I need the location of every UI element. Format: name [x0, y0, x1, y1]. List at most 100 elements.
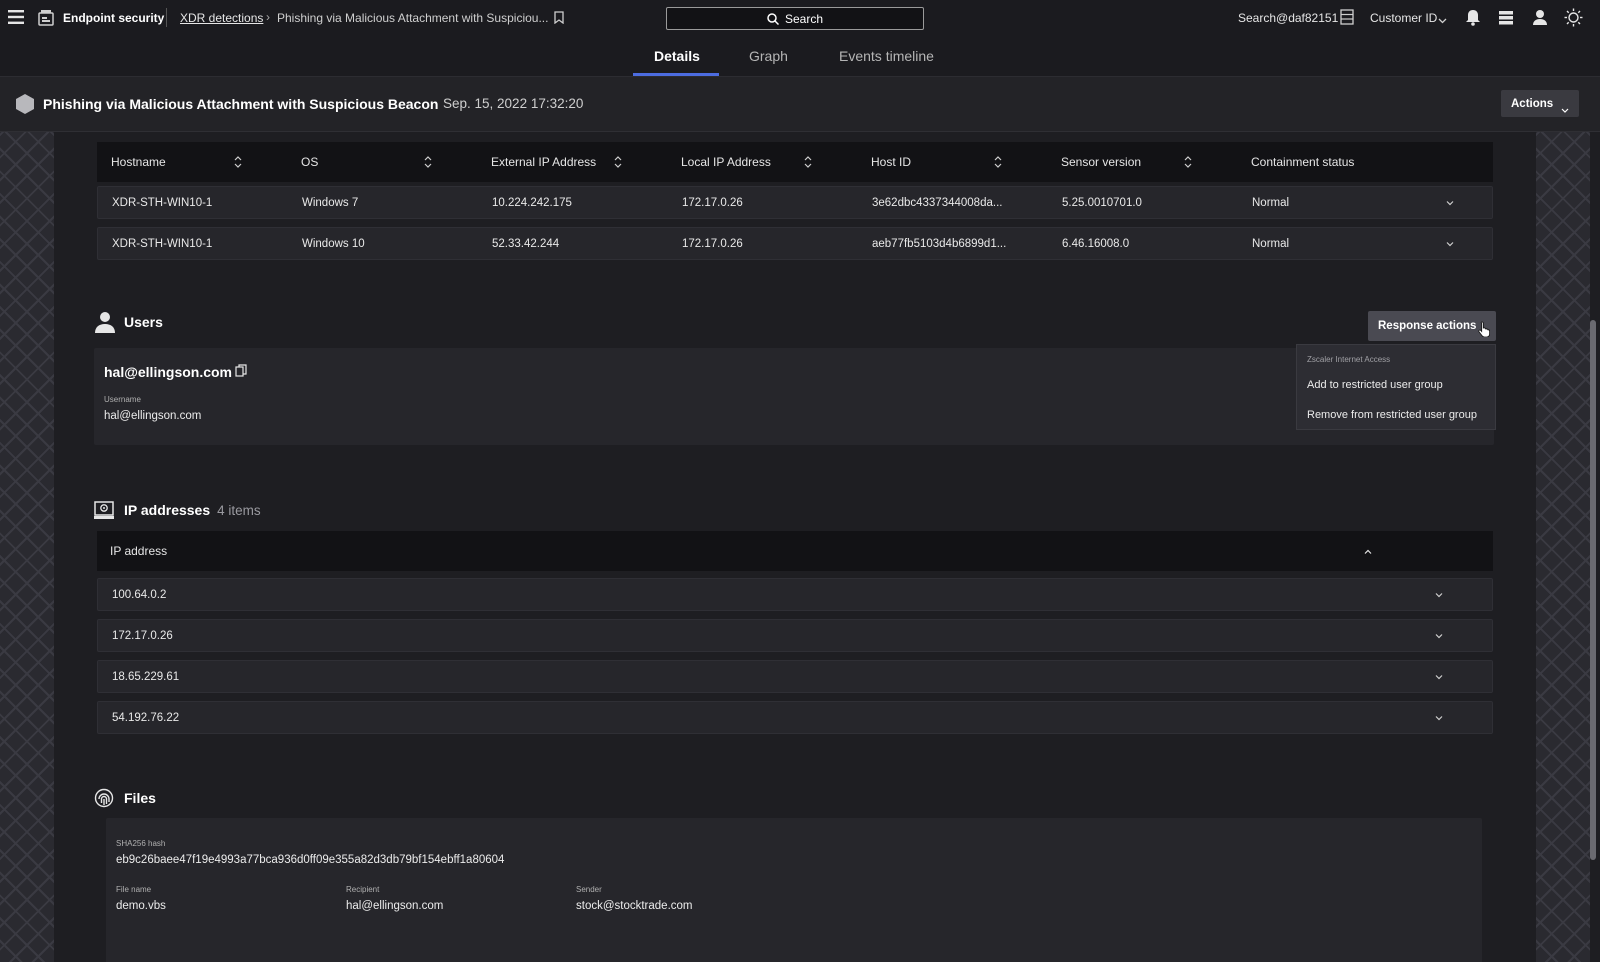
column-header-local-ip[interactable]: Local IP Address [681, 155, 771, 169]
column-header-hostname[interactable]: Hostname [111, 155, 166, 169]
actions-button[interactable]: Actions [1501, 90, 1579, 117]
server-icon[interactable] [1340, 9, 1354, 25]
os-cell: Windows 7 [302, 196, 359, 209]
file-card: SHA256 hash eb9c26baee47f19e4993a77bca93… [106, 818, 1482, 962]
containment-status-cell: Normal [1252, 196, 1290, 209]
chevron-down-icon[interactable] [1438, 13, 1447, 24]
host-table-row[interactable]: XDR-STH-WIN10-1 Windows 7 10.224.242.175… [97, 186, 1493, 219]
hostname-cell: XDR-STH-WIN10-1 [112, 196, 213, 209]
active-tab-indicator [633, 73, 719, 76]
breadcrumb-separator-icon: › [266, 10, 270, 24]
sort-icon[interactable] [1184, 155, 1192, 169]
sensor-version-cell: 5.25.0010701.0 [1062, 196, 1142, 209]
left-background-pattern [0, 132, 54, 962]
host-id-cell: 3e62dbc4337344008da... [872, 196, 1003, 209]
network-device-icon [94, 500, 114, 520]
expand-row-chevron-icon[interactable] [1445, 198, 1455, 208]
user-card: hal@ellingson.com Username hal@ellingson… [94, 348, 1494, 445]
hostname-cell: XDR-STH-WIN10-1 [112, 237, 213, 250]
column-header-external-ip[interactable]: External IP Address [491, 155, 596, 169]
detail-tabs: Details Graph Events timeline [0, 36, 1600, 77]
ip-address-value: 100.64.0.2 [112, 588, 167, 601]
details-content: Hostname OS External IP Address Local IP… [54, 132, 1536, 962]
mouse-pointer-hand-icon [1478, 321, 1490, 338]
users-section-heading: Users [95, 311, 163, 333]
host-id-cell: aeb77fb5103d4b6899d1... [872, 237, 1007, 250]
expand-row-chevron-icon[interactable] [1434, 590, 1444, 600]
external-ip-cell: 10.224.242.175 [492, 196, 572, 209]
local-ip-cell: 172.17.0.26 [682, 196, 743, 209]
vertical-scrollbar[interactable] [1590, 320, 1596, 860]
theme-toggle-sun-icon[interactable] [1564, 8, 1583, 27]
ip-addresses-section-heading: IP addresses 4 items [94, 500, 261, 520]
containment-status-cell: Normal [1252, 237, 1290, 250]
expand-row-chevron-icon[interactable] [1445, 239, 1455, 249]
sort-icon[interactable] [614, 155, 622, 169]
search-icon [767, 12, 780, 25]
sha256-hash-value: eb9c26baee47f19e4993a77bca936d0ff09e355a… [116, 854, 505, 866]
user-icon [95, 311, 115, 333]
os-cell: Windows 10 [302, 237, 365, 250]
customer-id-dropdown[interactable]: Customer ID [1370, 11, 1437, 25]
add-to-restricted-user-group-item[interactable]: Add to restricted user group [1307, 379, 1443, 391]
tab-graph[interactable]: Graph [749, 48, 788, 64]
user-search-label[interactable]: Search@daf82151 [1238, 11, 1338, 25]
breadcrumb-link[interactable]: XDR detections [180, 11, 263, 25]
username-value: hal@ellingson.com [104, 410, 202, 422]
recipient-value: hal@ellingson.com [346, 900, 444, 912]
fingerprint-icon [94, 788, 114, 808]
files-section-heading: Files [94, 788, 156, 808]
column-header-sensor-version[interactable]: Sensor version [1061, 155, 1141, 169]
ip-list-item[interactable]: 100.64.0.2 [97, 578, 1493, 611]
sort-icon[interactable] [994, 155, 1002, 169]
sender-label: Sender [576, 885, 602, 894]
header-divider [166, 8, 167, 27]
hamburger-menu-icon[interactable] [8, 10, 24, 24]
tab-details[interactable]: Details [654, 48, 700, 64]
search-button[interactable]: Search [666, 7, 924, 30]
username-label: Username [104, 395, 141, 404]
external-ip-cell: 52.33.42.244 [492, 237, 560, 250]
tab-events-timeline[interactable]: Events timeline [839, 48, 934, 64]
file-name-value: demo.vbs [116, 900, 166, 912]
host-table-row[interactable]: XDR-STH-WIN10-1 Windows 10 52.33.42.244 … [97, 227, 1493, 260]
column-header-ip-address[interactable]: IP address [110, 544, 167, 558]
messages-icon[interactable] [1498, 10, 1514, 25]
ip-list-item[interactable]: 172.17.0.26 [97, 619, 1493, 652]
expand-row-chevron-icon[interactable] [1434, 672, 1444, 682]
ip-addresses-title: IP addresses [124, 502, 211, 518]
users-title: Users [124, 314, 163, 330]
copy-icon[interactable] [235, 364, 247, 377]
sha256-hash-label: SHA256 hash [116, 839, 166, 848]
right-background-pattern [1536, 132, 1590, 962]
column-header-os[interactable]: OS [301, 155, 318, 169]
detection-title-bar: Phishing via Malicious Attachment with S… [0, 77, 1600, 132]
column-header-host-id[interactable]: Host ID [871, 155, 911, 169]
sort-icon[interactable] [804, 155, 812, 169]
dropdown-group-label: Zscaler Internet Access [1307, 355, 1391, 364]
ip-address-value: 54.192.76.22 [112, 711, 180, 724]
ip-addresses-count: 4 items [217, 502, 261, 518]
files-title: Files [124, 790, 156, 806]
remove-from-restricted-user-group-item[interactable]: Remove from restricted user group [1307, 409, 1477, 421]
sort-icon[interactable] [424, 155, 432, 169]
detection-title: Phishing via Malicious Attachment with S… [43, 96, 439, 112]
search-label: Search [784, 11, 824, 26]
ip-list-item[interactable]: 18.65.229.61 [97, 660, 1493, 693]
expand-row-chevron-icon[interactable] [1434, 713, 1444, 723]
notifications-bell-icon[interactable] [1465, 9, 1481, 26]
sort-icon[interactable] [234, 155, 242, 169]
bookmark-icon[interactable] [554, 11, 564, 25]
ip-address-value: 18.65.229.61 [112, 670, 180, 683]
response-actions-button[interactable]: Response actions [1368, 311, 1496, 341]
chevron-down-icon [1561, 101, 1569, 113]
app-name: Endpoint security [63, 11, 165, 25]
ip-list-item[interactable]: 54.192.76.22 [97, 701, 1493, 734]
chevron-up-icon[interactable] [1363, 546, 1373, 556]
response-actions-label: Response actions [1378, 320, 1477, 332]
expand-row-chevron-icon[interactable] [1434, 631, 1444, 641]
recipient-label: Recipient [346, 885, 380, 894]
user-profile-icon[interactable] [1532, 9, 1548, 26]
endpoint-security-icon [38, 9, 54, 26]
local-ip-cell: 172.17.0.26 [682, 237, 743, 250]
